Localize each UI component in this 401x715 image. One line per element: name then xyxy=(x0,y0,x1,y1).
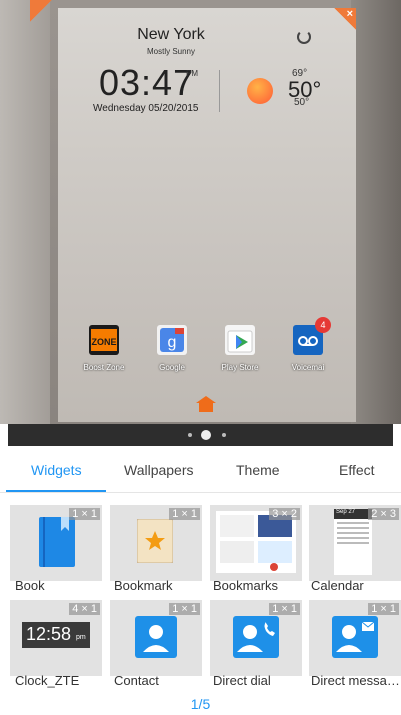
widget-label: Contact xyxy=(114,673,159,688)
play-store-icon xyxy=(225,325,255,355)
tab-effect[interactable]: Effect xyxy=(339,462,375,478)
widget-label: Direct dial xyxy=(213,673,271,688)
app-label: Google xyxy=(159,363,185,372)
google-icon: g xyxy=(157,325,187,355)
widget-label: Calendar xyxy=(311,578,364,593)
app-label: Boost Zone xyxy=(83,363,125,372)
app-label: Play Store xyxy=(221,363,259,372)
widget-size: 3 × 2 xyxy=(269,508,300,520)
clock-date-value: 05/20/2015 xyxy=(148,103,199,114)
tab-wallpapers[interactable]: Wallpapers xyxy=(124,462,194,478)
right-page-preview[interactable] xyxy=(351,0,401,424)
widget-book[interactable]: 1 × 1 xyxy=(10,505,102,581)
notification-badge: 4 xyxy=(315,317,331,333)
delete-page-button[interactable]: × xyxy=(334,8,356,30)
clock-day: Wednesday xyxy=(93,103,146,114)
widget-contact[interactable]: 1 × 1 xyxy=(110,600,202,676)
widget-direct-dial[interactable]: 1 × 1 xyxy=(210,600,302,676)
widget-size: 1 × 1 xyxy=(69,508,100,520)
page-dot[interactable] xyxy=(222,433,226,437)
clock-ampm: PM xyxy=(186,69,198,78)
widget-bookmarks[interactable]: 3 × 2 xyxy=(210,505,302,581)
widget-size: 1 × 1 xyxy=(269,603,300,615)
widget-size: 1 × 1 xyxy=(169,603,200,615)
widget-label: Bookmarks xyxy=(213,578,279,593)
bookmark-icon xyxy=(137,519,173,563)
clock-widget-time: 12:58 xyxy=(26,624,72,644)
weather-divider xyxy=(219,70,220,112)
book-icon xyxy=(39,517,75,567)
widget-clock-zte[interactable]: 12:58 pm 4 × 1 xyxy=(10,600,102,676)
widget-size: 4 × 1 xyxy=(69,603,100,615)
edit-tabs: Widgets Wallpapers Theme Effect xyxy=(0,446,401,493)
calendar-date: Sep 27 xyxy=(334,509,372,519)
calendar-preview: Sep 27 xyxy=(334,509,372,575)
clock-preview: 12:58 pm xyxy=(22,622,90,648)
direct-dial-icon xyxy=(233,616,279,658)
app-play-store[interactable]: Play Store xyxy=(210,325,270,372)
tab-theme[interactable]: Theme xyxy=(236,462,280,478)
contact-icon xyxy=(135,616,177,658)
app-voicemail[interactable]: 4 Voicemai xyxy=(278,317,338,372)
bookmarks-preview xyxy=(216,511,296,573)
voicemail-icon: 4 xyxy=(293,317,331,355)
widget-label: Direct messa… xyxy=(311,673,400,688)
widget-size: 2 × 3 xyxy=(368,508,399,520)
svg-text:g: g xyxy=(168,334,177,351)
weather-condition: Mostly Sunny xyxy=(146,47,196,56)
svg-text:ZONE: ZONE xyxy=(91,337,116,347)
clock-date: Wednesday 05/20/2015 xyxy=(93,103,198,114)
widget-size: 1 × 1 xyxy=(169,508,200,520)
page-dot[interactable] xyxy=(188,433,192,437)
widget-label: Book xyxy=(15,578,45,593)
home-screen-preview: × New York Mostly Sunny 03:47 PM Wednesd… xyxy=(0,0,401,424)
left-page-preview[interactable] xyxy=(0,0,50,424)
app-google[interactable]: g Google xyxy=(142,325,202,372)
clock-time: 03:47 xyxy=(99,62,195,103)
home-icon[interactable] xyxy=(196,396,216,412)
delete-left-page-button[interactable] xyxy=(30,0,52,22)
page-indicator-bar xyxy=(8,424,393,446)
sun-icon xyxy=(247,78,273,104)
page-dot-active[interactable] xyxy=(201,430,211,440)
widget-label: Clock_ZTE xyxy=(15,673,80,688)
app-label: Voicemai xyxy=(291,363,325,372)
widget-page-indicator: 1/5 xyxy=(190,696,211,712)
direct-message-icon xyxy=(332,616,378,658)
widget-direct-message[interactable]: 1 × 1 xyxy=(309,600,401,676)
boost-zone-icon: ZONE xyxy=(89,325,119,355)
widget-size: 1 × 1 xyxy=(368,603,399,615)
widget-label: Bookmark xyxy=(114,578,173,593)
weather-city: New York xyxy=(137,26,205,43)
tab-widgets[interactable]: Widgets xyxy=(31,462,82,478)
active-tab-indicator xyxy=(6,490,106,492)
widget-calendar[interactable]: Sep 27 2 × 3 xyxy=(309,505,401,581)
app-boost-zone[interactable]: ZONE Boost Zone xyxy=(74,325,134,372)
temp-low: 50° xyxy=(294,97,310,108)
widget-bookmark[interactable]: 1 × 1 xyxy=(110,505,202,581)
clock-widget-ampm: pm xyxy=(76,634,86,641)
refresh-icon[interactable] xyxy=(297,30,311,44)
